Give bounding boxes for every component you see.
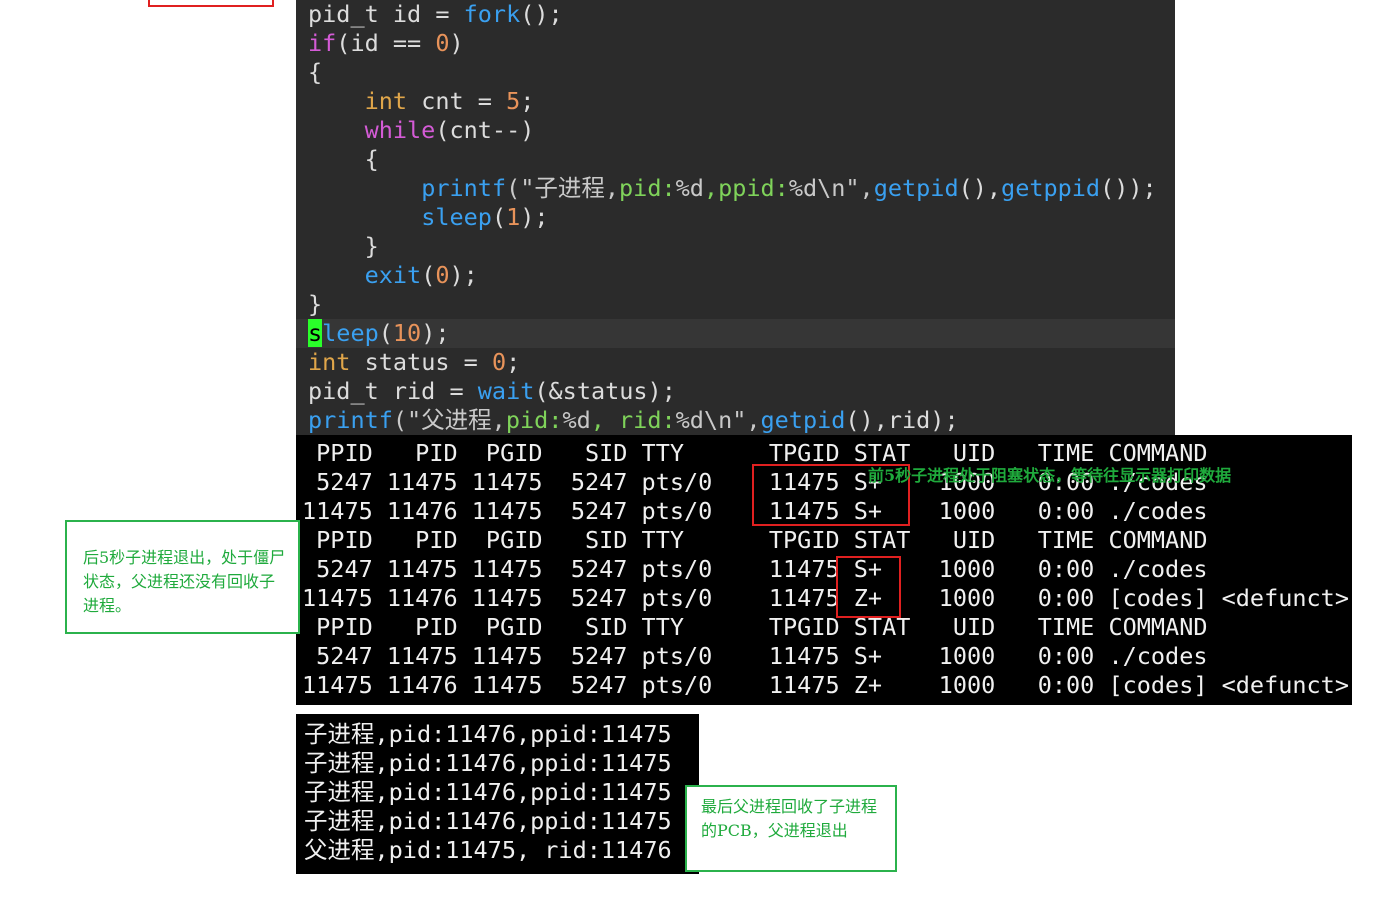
code-line: pid_t id = fork(); (308, 0, 563, 28)
ps-row: 5247 11475 11475 5247 pts/0 11475 S+ 100… (302, 555, 1208, 583)
code-editor[interactable]: pid_t id = fork(); if(id == 0) { int cnt… (296, 0, 1175, 437)
red-highlight-box (148, 0, 274, 7)
output-line: 子进程,pid:11476,ppid:11475 (304, 749, 672, 777)
ps-row: 11475 11476 11475 5247 pts/0 11475 Z+ 10… (302, 671, 1349, 699)
code-line: } (308, 232, 379, 260)
output-line: 子进程,pid:11476,ppid:11475 (304, 778, 672, 806)
code-line: { (308, 145, 379, 173)
current-code-line: sleep(10); (296, 319, 1175, 348)
code-line: while(cnt--) (364, 116, 535, 144)
code-line: printf("父进程,pid:%d, rid:%d\n",getpid(),r… (308, 406, 959, 434)
zombie-state-highlight-box (836, 556, 901, 618)
code-line: pid_t rid = wait(&status); (308, 377, 676, 405)
ps-row: 5247 11475 11475 5247 pts/0 11475 S+ 100… (302, 642, 1208, 670)
code-line: if(id == 0) (308, 29, 464, 57)
output-line: 父进程,pid:11475, rid:11476 (304, 836, 672, 864)
ps-header-row: PPID PID PGID SID TTY TPGID STAT UID TIM… (302, 526, 1208, 554)
code-line: printf("子进程,pid:%d,ppid:%d\n",getpid(),g… (421, 174, 1157, 202)
program-output-terminal[interactable]: 子进程,pid:11476,ppid:11475 子进程,pid:11476,p… (296, 714, 699, 874)
ps-header-row: PPID PID PGID SID TTY TPGID STAT UID TIM… (302, 613, 1208, 641)
output-line: 子进程,pid:11476,ppid:11475 (304, 720, 672, 748)
text-cursor: s (308, 319, 323, 347)
code-line: { (308, 58, 323, 86)
code-line: } (308, 290, 323, 318)
code-line: exit(0); (364, 261, 478, 289)
zombie-explanation-note: 后5秒子进程退出，处于僵尸状态，父进程还没有回收子进程。 (65, 520, 300, 634)
code-line: int status = 0; (308, 348, 521, 376)
output-line: 子进程,pid:11476,ppid:11475 (304, 807, 672, 835)
code-line: int cnt = 5; (364, 87, 535, 115)
ps-row: 11475 11476 11475 5247 pts/0 11475 Z+ 10… (302, 584, 1349, 612)
parent-reaps-child-note: 最后父进程回收了子进程的PCB，父进程退出 (685, 785, 897, 872)
first-five-seconds-note: 前5秒子进程处于阻塞状态，等待往显示器打印数据 (868, 466, 1232, 485)
code-line: sleep(1); (421, 203, 549, 231)
